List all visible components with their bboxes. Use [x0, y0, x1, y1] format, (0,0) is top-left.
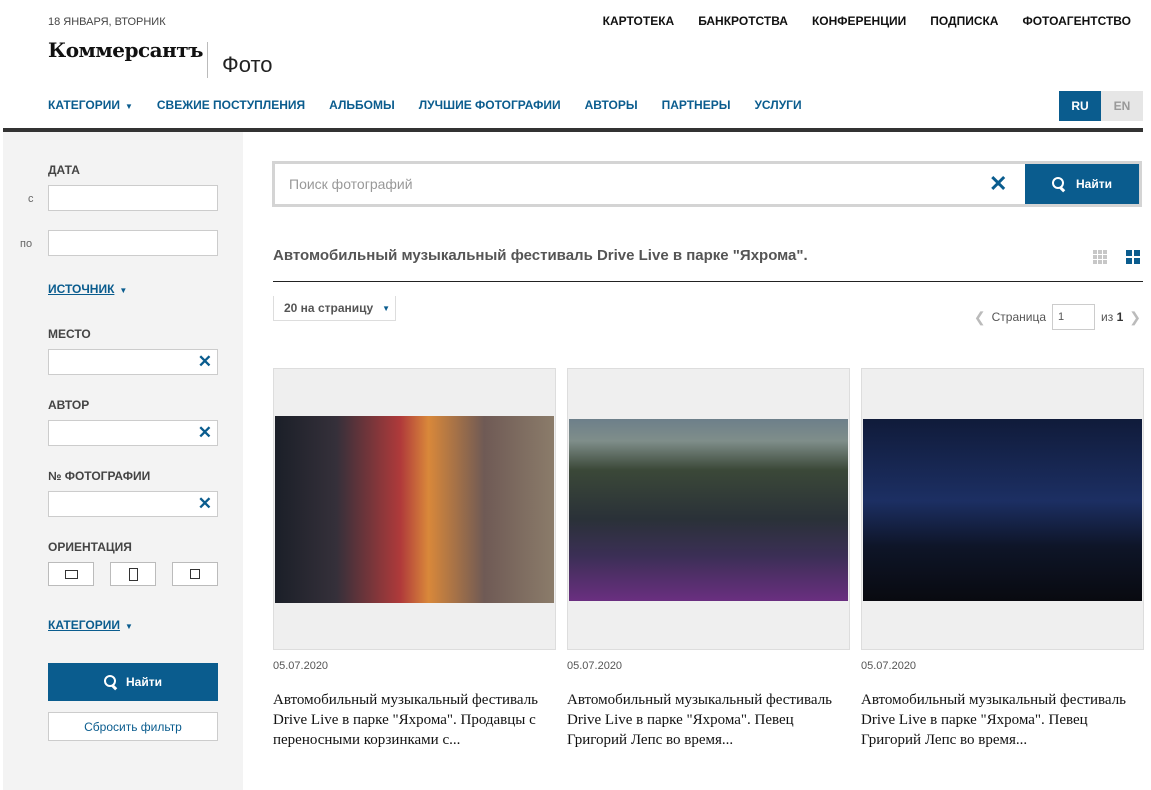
per-page-value: 20 на страницу: [284, 301, 374, 315]
photo-date: 05.07.2020: [861, 660, 917, 672]
per-page-select[interactable]: 20 на страницу ▼: [273, 296, 396, 321]
author-input[interactable]: ✕: [48, 420, 218, 446]
date-from-input[interactable]: [48, 185, 218, 211]
photo-search-bar: ✕ Найти: [272, 161, 1142, 207]
caret-down-icon: ▼: [124, 102, 133, 111]
portrait-icon: [128, 567, 138, 581]
photo-frame[interactable]: [861, 368, 1144, 650]
nav-authors[interactable]: АВТОРЫ: [585, 98, 638, 112]
place-filter-label: МЕСТО: [48, 327, 91, 341]
chevron-right-icon[interactable]: ❯: [1129, 309, 1141, 326]
photo-card[interactable]: 05.07.2020 Автомобильный музыкальный фес…: [567, 368, 850, 750]
photo-number-label: № ФОТОГРАФИИ: [48, 469, 151, 483]
date-to-input[interactable]: [48, 230, 218, 256]
photo-caption[interactable]: Автомобильный музыкальный фестиваль Driv…: [273, 690, 556, 750]
top-nav-conferences[interactable]: КОНФЕРЕНЦИИ: [812, 14, 906, 28]
author-filter-label: АВТОР: [48, 398, 90, 412]
reset-filter-button[interactable]: Сбросить фильтр: [48, 712, 218, 741]
orientation-horizontal-button[interactable]: [48, 562, 94, 586]
photo-thumbnail[interactable]: [863, 419, 1142, 601]
lang-ru-button[interactable]: RU: [1059, 91, 1101, 121]
clear-icon[interactable]: ✕: [198, 423, 212, 443]
top-nav-photo-agency[interactable]: ФОТОАГЕНТСТВО: [1022, 14, 1131, 28]
photo-thumbnail[interactable]: [275, 416, 554, 603]
landscape-icon: [64, 569, 78, 579]
clear-icon[interactable]: ✕: [198, 494, 212, 514]
photo-caption[interactable]: Автомобильный музыкальный фестиваль Driv…: [567, 690, 850, 750]
large-grid-view-icon[interactable]: [1126, 250, 1140, 264]
clear-search-icon[interactable]: ✕: [989, 170, 1007, 198]
photo-thumbnail[interactable]: [569, 419, 848, 601]
photo-date: 05.07.2020: [567, 660, 623, 672]
title-divider: [273, 281, 1143, 282]
sidebar-search-button[interactable]: Найти: [48, 663, 218, 701]
current-date: 18 ЯНВАРЯ, ВТОРНИК: [48, 16, 166, 28]
page-total: 1: [1116, 310, 1124, 324]
nav-categories[interactable]: КАТЕГОРИИ ▼: [48, 98, 133, 112]
orientation-vertical-button[interactable]: [110, 562, 156, 586]
nav-albums[interactable]: АЛЬБОМЫ: [329, 98, 395, 112]
source-filter-link[interactable]: ИСТОЧНИК ▼: [48, 282, 127, 296]
categories-filter-label: КАТЕГОРИИ: [48, 618, 120, 632]
date-from-label: с: [28, 193, 34, 205]
section-title[interactable]: Фото: [222, 52, 273, 78]
photo-card[interactable]: 05.07.2020 Автомобильный музыкальный фес…: [861, 368, 1144, 750]
site-logo[interactable]: Коммерсантъ: [48, 38, 204, 62]
chevron-left-icon[interactable]: ❮: [974, 309, 986, 326]
top-nav-kartoteka[interactable]: КАРТОТЕКА: [603, 14, 675, 28]
search-icon: [104, 675, 118, 689]
photo-caption[interactable]: Автомобильный музыкальный фестиваль Driv…: [861, 690, 1144, 750]
source-filter-label: ИСТОЧНИК: [48, 282, 115, 296]
orientation-square-button[interactable]: [172, 562, 218, 586]
photo-search-input[interactable]: [289, 172, 969, 196]
filter-sidebar: ДАТА с по ИСТОЧНИК ▼ МЕСТО ✕ АВТОР ✕ № ФО…: [3, 132, 243, 790]
logo-divider: [207, 42, 208, 78]
place-input[interactable]: ✕: [48, 349, 218, 375]
orientation-label: ОРИЕНТАЦИЯ: [48, 540, 132, 554]
nav-categories-label: КАТЕГОРИИ: [48, 98, 120, 112]
photo-frame[interactable]: [273, 368, 556, 650]
lang-en-button[interactable]: EN: [1101, 91, 1143, 121]
pagination: ❮ Страница из 1 ❯: [974, 304, 1141, 330]
sidebar-search-label: Найти: [126, 675, 162, 689]
language-switch: RU EN: [1059, 91, 1143, 121]
clear-icon[interactable]: ✕: [198, 352, 212, 372]
nav-best-photos[interactable]: ЛУЧШИЕ ФОТОГРАФИИ: [419, 98, 561, 112]
nav-partners[interactable]: ПАРТНЕРЫ: [662, 98, 731, 112]
nav-services[interactable]: УСЛУГИ: [754, 98, 801, 112]
page-of-label: из 1: [1101, 310, 1123, 324]
photo-date: 05.07.2020: [273, 660, 329, 672]
top-nav-bankruptcy[interactable]: БАНКРОТСТВА: [698, 14, 788, 28]
caret-down-icon: ▼: [124, 622, 133, 631]
search-icon: [1052, 177, 1066, 191]
search-button-label: Найти: [1076, 177, 1112, 191]
album-title: Автомобильный музыкальный фестиваль Driv…: [273, 247, 808, 264]
page-number-input[interactable]: [1052, 304, 1096, 330]
date-to-label: по: [20, 238, 33, 250]
main-nav: КАТЕГОРИИ ▼ СВЕЖИЕ ПОСТУПЛЕНИЯ АЛЬБОМЫ ЛУ…: [48, 98, 802, 112]
photo-frame[interactable]: [567, 368, 850, 650]
photo-card[interactable]: 05.07.2020 Автомобильный музыкальный фес…: [273, 368, 556, 750]
photo-number-input[interactable]: ✕: [48, 491, 218, 517]
date-filter-label: ДАТА: [48, 163, 80, 177]
search-button[interactable]: Найти: [1025, 164, 1139, 204]
page-label: Страница: [991, 310, 1047, 324]
square-icon: [190, 569, 200, 579]
page-of-text: из: [1101, 310, 1114, 324]
top-nav: КАРТОТЕКА БАНКРОТСТВА КОНФЕРЕНЦИИ ПОДПИС…: [603, 14, 1131, 28]
caret-down-icon: ▼: [382, 303, 391, 313]
small-grid-view-icon[interactable]: [1093, 250, 1107, 264]
categories-filter-link[interactable]: КАТЕГОРИИ ▼: [48, 618, 133, 632]
nav-fresh[interactable]: СВЕЖИЕ ПОСТУПЛЕНИЯ: [157, 98, 305, 112]
caret-down-icon: ▼: [119, 286, 128, 295]
top-nav-subscription[interactable]: ПОДПИСКА: [930, 14, 998, 28]
